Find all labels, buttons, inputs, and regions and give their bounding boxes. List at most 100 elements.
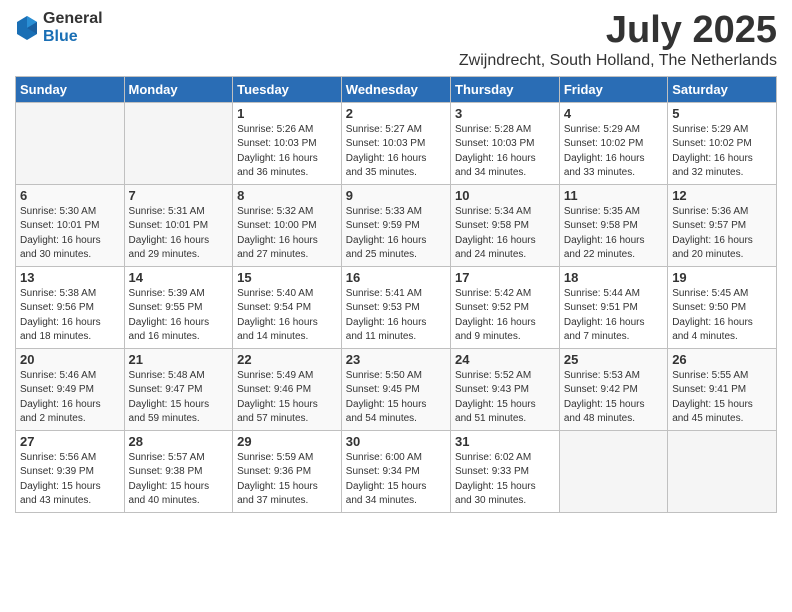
weekday-header-monday: Monday	[124, 76, 233, 102]
calendar-cell: 6 Sunrise: 5:30 AMSunset: 10:01 PMDayligh…	[16, 184, 125, 266]
logo-icon	[15, 14, 39, 42]
day-info: Sunrise: 5:56 AMSunset: 9:39 PMDaylight:…	[20, 451, 120, 509]
day-number: 22	[237, 352, 337, 367]
day-info: Sunrise: 6:02 AMSunset: 9:33 PMDaylight:…	[455, 451, 555, 509]
calendar-cell: 5 Sunrise: 5:29 AMSunset: 10:02 PMDayligh…	[668, 102, 777, 184]
calendar-cell: 1 Sunrise: 5:26 AMSunset: 10:03 PMDayligh…	[233, 102, 342, 184]
calendar-cell	[124, 102, 233, 184]
day-number: 17	[455, 270, 555, 285]
day-info: Sunrise: 5:50 AMSunset: 9:45 PMDaylight:…	[346, 369, 446, 427]
day-number: 10	[455, 188, 555, 203]
day-info: Sunrise: 5:48 AMSunset: 9:47 PMDaylight:…	[129, 369, 229, 427]
day-info: Sunrise: 5:49 AMSunset: 9:46 PMDaylight:…	[237, 369, 337, 427]
calendar-cell: 28Sunrise: 5:57 AMSunset: 9:38 PMDayligh…	[124, 430, 233, 512]
logo-blue-text: Blue	[43, 28, 103, 46]
calendar-cell: 20 Sunrise: 5:46 AMSunset: 9:49 PMDayligh…	[16, 348, 125, 430]
calendar-cell: 13 Sunrise: 5:38 AMSunset: 9:56 PMDayligh…	[16, 266, 125, 348]
logo-text: General Blue	[43, 10, 103, 45]
weekday-header-thursday: Thursday	[451, 76, 560, 102]
calendar-cell: 8Sunrise: 5:32 AMSunset: 10:00 PMDayligh…	[233, 184, 342, 266]
calendar-cell: 14Sunrise: 5:39 AMSunset: 9:55 PMDayligh…	[124, 266, 233, 348]
day-number: 31	[455, 434, 555, 449]
logo-general-text: General	[43, 10, 103, 28]
calendar-cell: 10 Sunrise: 5:34 AMSunset: 9:58 PMDayligh…	[451, 184, 560, 266]
day-number: 9	[346, 188, 446, 203]
day-info: Sunrise: 5:46 AMSunset: 9:49 PMDaylight:…	[20, 369, 120, 427]
day-number: 27	[20, 434, 120, 449]
day-info: Sunrise: 5:30 AMSunset: 10:01 PMDaylight…	[20, 205, 120, 263]
day-number: 4	[564, 106, 663, 121]
day-number: 14	[129, 270, 229, 285]
day-info: Sunrise: 5:33 AMSunset: 9:59 PMDaylight:…	[346, 205, 446, 263]
week-row-1: 1 Sunrise: 5:26 AMSunset: 10:03 PMDayligh…	[16, 102, 777, 184]
day-info: Sunrise: 6:00 AMSunset: 9:34 PMDaylight:…	[346, 451, 446, 509]
day-info: Sunrise: 5:55 AMSunset: 9:41 PMDaylight:…	[672, 369, 772, 427]
day-info: Sunrise: 5:35 AMSunset: 9:58 PMDaylight:…	[564, 205, 663, 263]
calendar-cell: 12Sunrise: 5:36 AMSunset: 9:57 PMDayligh…	[668, 184, 777, 266]
day-number: 18	[564, 270, 663, 285]
day-number: 6	[20, 188, 120, 203]
calendar-cell: 11 Sunrise: 5:35 AMSunset: 9:58 PMDayligh…	[559, 184, 667, 266]
calendar-cell	[559, 430, 667, 512]
day-number: 2	[346, 106, 446, 121]
logo: General Blue	[15, 10, 103, 45]
day-number: 11	[564, 188, 663, 203]
day-number: 3	[455, 106, 555, 121]
calendar-cell: 17 Sunrise: 5:42 AMSunset: 9:52 PMDayligh…	[451, 266, 560, 348]
day-number: 13	[20, 270, 120, 285]
day-number: 8	[237, 188, 337, 203]
day-number: 20	[20, 352, 120, 367]
day-info: Sunrise: 5:34 AMSunset: 9:58 PMDaylight:…	[455, 205, 555, 263]
calendar-cell: 22 Sunrise: 5:49 AMSunset: 9:46 PMDayligh…	[233, 348, 342, 430]
calendar-cell	[668, 430, 777, 512]
day-info: Sunrise: 5:41 AMSunset: 9:53 PMDaylight:…	[346, 287, 446, 345]
calendar-cell: 25 Sunrise: 5:53 AMSunset: 9:42 PMDayligh…	[559, 348, 667, 430]
day-number: 25	[564, 352, 663, 367]
day-number: 5	[672, 106, 772, 121]
day-number: 15	[237, 270, 337, 285]
calendar-cell: 30Sunrise: 6:00 AMSunset: 9:34 PMDayligh…	[341, 430, 450, 512]
day-info: Sunrise: 5:26 AMSunset: 10:03 PMDaylight…	[237, 123, 337, 181]
week-row-4: 20 Sunrise: 5:46 AMSunset: 9:49 PMDayligh…	[16, 348, 777, 430]
day-info: Sunrise: 5:53 AMSunset: 9:42 PMDaylight:…	[564, 369, 663, 427]
day-info: Sunrise: 5:57 AMSunset: 9:38 PMDaylight:…	[129, 451, 229, 509]
weekday-header-friday: Friday	[559, 76, 667, 102]
day-info: Sunrise: 5:44 AMSunset: 9:51 PMDaylight:…	[564, 287, 663, 345]
location-title: Zwijndrecht, South Holland, The Netherla…	[459, 52, 777, 70]
calendar-cell: 23Sunrise: 5:50 AMSunset: 9:45 PMDayligh…	[341, 348, 450, 430]
calendar-cell: 26 Sunrise: 5:55 AMSunset: 9:41 PMDayligh…	[668, 348, 777, 430]
week-row-3: 13 Sunrise: 5:38 AMSunset: 9:56 PMDayligh…	[16, 266, 777, 348]
weekday-header-wednesday: Wednesday	[341, 76, 450, 102]
day-info: Sunrise: 5:40 AMSunset: 9:54 PMDaylight:…	[237, 287, 337, 345]
day-number: 24	[455, 352, 555, 367]
day-info: Sunrise: 5:29 AMSunset: 10:02 PMDaylight…	[564, 123, 663, 181]
calendar-cell: 18 Sunrise: 5:44 AMSunset: 9:51 PMDayligh…	[559, 266, 667, 348]
calendar-table: SundayMondayTuesdayWednesdayThursdayFrid…	[15, 76, 777, 513]
day-info: Sunrise: 5:45 AMSunset: 9:50 PMDaylight:…	[672, 287, 772, 345]
weekday-header-row: SundayMondayTuesdayWednesdayThursdayFrid…	[16, 76, 777, 102]
day-number: 12	[672, 188, 772, 203]
day-number: 7	[129, 188, 229, 203]
calendar-cell: 7Sunrise: 5:31 AMSunset: 10:01 PMDayligh…	[124, 184, 233, 266]
day-number: 19	[672, 270, 772, 285]
day-number: 26	[672, 352, 772, 367]
calendar-cell: 2Sunrise: 5:27 AMSunset: 10:03 PMDayligh…	[341, 102, 450, 184]
day-number: 21	[129, 352, 229, 367]
calendar-cell: 9 Sunrise: 5:33 AMSunset: 9:59 PMDaylight…	[341, 184, 450, 266]
day-info: Sunrise: 5:42 AMSunset: 9:52 PMDaylight:…	[455, 287, 555, 345]
day-number: 1	[237, 106, 337, 121]
calendar-cell	[16, 102, 125, 184]
week-row-2: 6 Sunrise: 5:30 AMSunset: 10:01 PMDayligh…	[16, 184, 777, 266]
week-row-5: 27 Sunrise: 5:56 AMSunset: 9:39 PMDayligh…	[16, 430, 777, 512]
weekday-header-sunday: Sunday	[16, 76, 125, 102]
day-info: Sunrise: 5:52 AMSunset: 9:43 PMDaylight:…	[455, 369, 555, 427]
calendar-cell: 21 Sunrise: 5:48 AMSunset: 9:47 PMDayligh…	[124, 348, 233, 430]
month-title: July 2025	[459, 10, 777, 52]
day-number: 29	[237, 434, 337, 449]
day-number: 16	[346, 270, 446, 285]
calendar-cell: 19 Sunrise: 5:45 AMSunset: 9:50 PMDayligh…	[668, 266, 777, 348]
calendar-cell: 16 Sunrise: 5:41 AMSunset: 9:53 PMDayligh…	[341, 266, 450, 348]
header: General Blue July 2025 Zwijndrecht, Sout…	[15, 10, 777, 70]
day-info: Sunrise: 5:29 AMSunset: 10:02 PMDaylight…	[672, 123, 772, 181]
day-info: Sunrise: 5:38 AMSunset: 9:56 PMDaylight:…	[20, 287, 120, 345]
